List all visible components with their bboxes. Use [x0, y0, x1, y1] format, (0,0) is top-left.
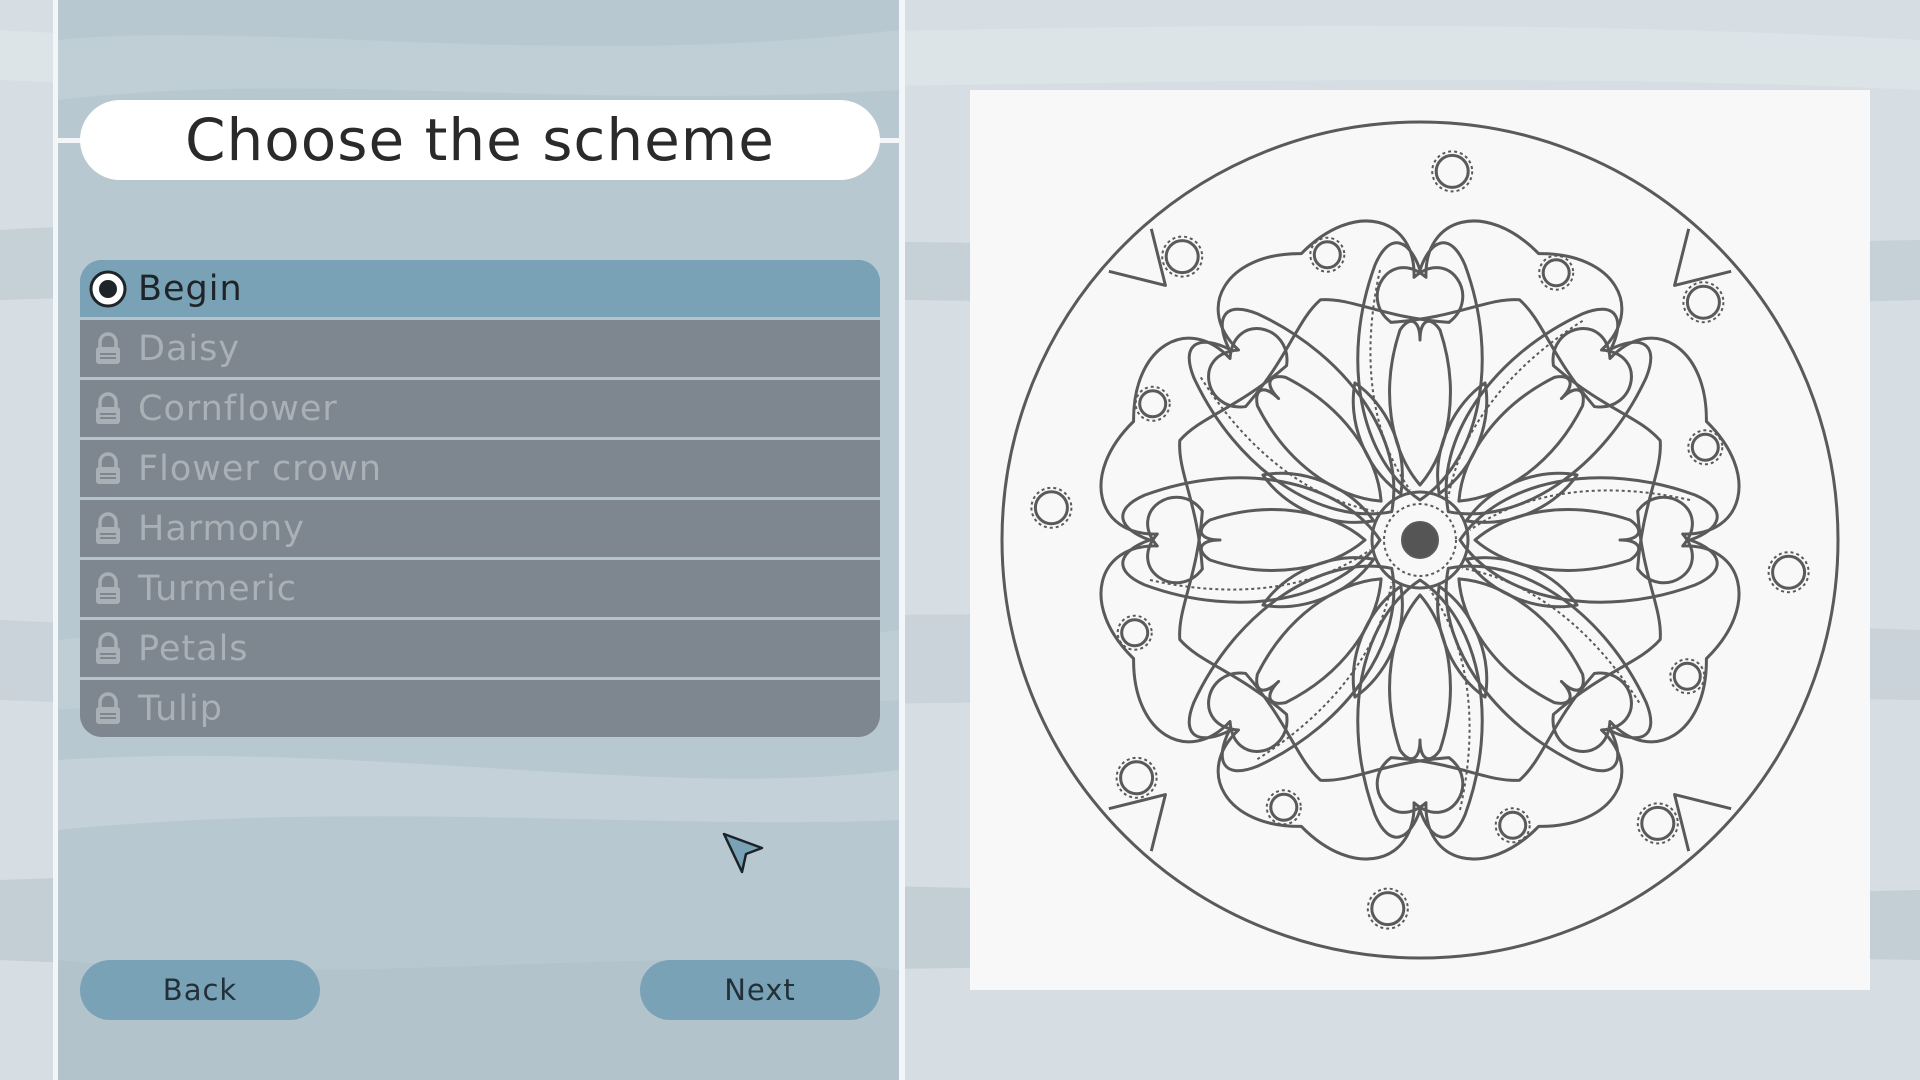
scheme-label: Harmony — [138, 508, 305, 549]
scheme-preview — [970, 90, 1870, 990]
scheme-label: Daisy — [138, 328, 241, 369]
scheme-label: Cornflower — [138, 388, 338, 429]
scheme-label: Flower crown — [138, 448, 383, 489]
scheme-panel: Choose the scheme Begin Daisy Cornflower Fl… — [53, 0, 905, 1080]
page-title: Choose the scheme — [185, 106, 775, 174]
lock-icon — [88, 629, 128, 669]
scheme-item-begin[interactable]: Begin — [80, 260, 880, 320]
scheme-label: Petals — [138, 628, 249, 669]
pointer-cursor-icon — [718, 828, 768, 878]
scheme-label: Turmeric — [138, 568, 298, 609]
lock-icon — [88, 449, 128, 489]
title-banner: Choose the scheme — [80, 100, 880, 180]
scheme-item-flower-crown[interactable]: Flower crown — [80, 440, 880, 500]
scheme-item-turmeric[interactable]: Turmeric — [80, 560, 880, 620]
lock-icon — [88, 329, 128, 369]
lock-icon — [88, 569, 128, 609]
lock-icon — [88, 389, 128, 429]
scheme-item-harmony[interactable]: Harmony — [80, 500, 880, 560]
lock-icon — [88, 509, 128, 549]
scheme-item-petals[interactable]: Petals — [80, 620, 880, 680]
next-button[interactable]: Next — [640, 960, 880, 1020]
center-dot — [1401, 521, 1439, 559]
scheme-item-cornflower[interactable]: Cornflower — [80, 380, 880, 440]
scheme-list: Begin Daisy Cornflower Flower crown Harmony T… — [80, 260, 880, 737]
scheme-item-daisy[interactable]: Daisy — [80, 320, 880, 380]
scheme-label: Begin — [138, 268, 243, 309]
scheme-item-tulip[interactable]: Tulip — [80, 680, 880, 737]
lock-icon — [88, 689, 128, 729]
mandala-line-art — [970, 90, 1870, 990]
radio-selected-icon — [88, 269, 128, 309]
scheme-label: Tulip — [138, 688, 223, 729]
back-button[interactable]: Back — [80, 960, 320, 1020]
